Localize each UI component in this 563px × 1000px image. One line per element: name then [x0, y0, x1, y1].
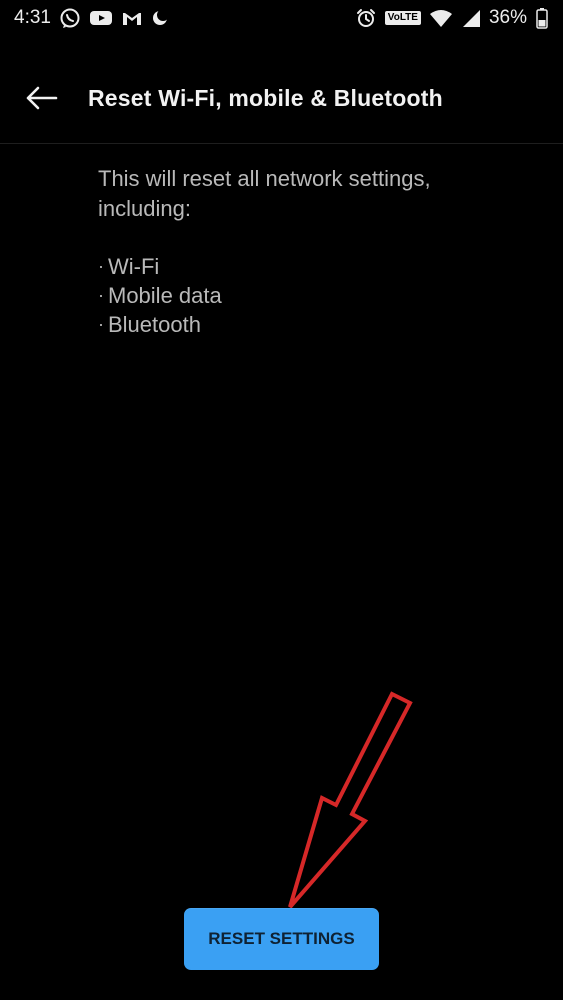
bullet-icon: · [98, 285, 104, 305]
gmail-icon [121, 9, 143, 27]
list-item-label: Wi-Fi [108, 254, 160, 279]
battery-icon [535, 7, 549, 29]
bullet-icon: · [98, 314, 104, 334]
back-button[interactable] [12, 68, 72, 128]
list-item-label: Bluetooth [108, 312, 201, 337]
reset-settings-button[interactable]: RESET SETTINGS [184, 908, 379, 970]
whatsapp-icon [59, 7, 81, 29]
bullet-icon: · [98, 256, 104, 276]
app-bar: Reset Wi-Fi, mobile & Bluetooth [0, 60, 563, 136]
status-bar: 4:31 VoLTE 36% [0, 0, 563, 36]
reset-items-list: · Wi-Fi · Mobile data · Bluetooth [98, 252, 518, 339]
signal-icon [461, 8, 481, 28]
annotation-arrow-icon [288, 691, 413, 909]
night-mode-icon [151, 9, 169, 27]
volte-icon: VoLTE [384, 11, 421, 25]
page-title: Reset Wi-Fi, mobile & Bluetooth [88, 84, 443, 111]
content-area: This will reset all network settings, in… [98, 164, 518, 339]
list-item: · Mobile data [98, 281, 518, 310]
arrow-back-icon [26, 86, 58, 110]
battery-percentage: 36% [488, 7, 527, 28]
list-item: · Bluetooth [98, 310, 518, 339]
list-item: · Wi-Fi [98, 252, 518, 281]
reset-description: This will reset all network settings, in… [98, 166, 431, 221]
wifi-icon [429, 8, 453, 28]
status-right: VoLTE 36% [355, 7, 549, 29]
app-bar-divider [0, 143, 563, 144]
status-left: 4:31 [14, 7, 169, 29]
list-item-label: Mobile data [108, 283, 222, 308]
youtube-icon [89, 9, 113, 27]
alarm-icon [355, 7, 377, 29]
status-time: 4:31 [14, 7, 51, 28]
